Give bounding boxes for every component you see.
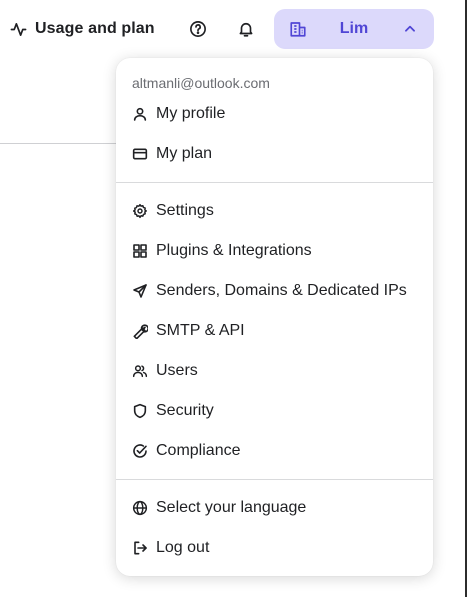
credit-card-icon — [132, 148, 148, 160]
menu-item-my-profile[interactable]: My profile — [132, 102, 422, 126]
menu-item-plugins-integrations[interactable]: Plugins & Integrations — [132, 239, 422, 263]
menu-item-label: Select your language — [156, 499, 307, 516]
usage-and-plan-link[interactable]: Usage and plan — [10, 17, 155, 41]
page-divider — [0, 143, 116, 144]
menu-item-users[interactable]: Users — [132, 359, 422, 383]
menu-item-settings[interactable]: Settings — [132, 199, 422, 223]
gear-icon — [132, 203, 147, 219]
chevron-up-icon — [405, 25, 415, 32]
menu-item-label: Senders, Domains & Dedicated IPs — [156, 282, 407, 299]
menu-item-my-plan[interactable]: My plan — [132, 142, 422, 166]
menu-item-label: My profile — [156, 105, 226, 122]
menu-item-label: SMTP & API — [156, 322, 245, 339]
page: Usage and plan Lim altmanli@outlook.com — [0, 0, 467, 597]
menu-item-label: Settings — [156, 202, 214, 219]
account-dropdown-menu: altmanli@outlook.com My profile My plan … — [116, 58, 433, 576]
menu-item-log-out[interactable]: Log out — [132, 536, 422, 560]
notifications-button[interactable] — [234, 17, 258, 41]
account-menu-button[interactable]: Lim — [274, 9, 434, 49]
menu-item-label: My plan — [156, 145, 213, 162]
help-button[interactable] — [186, 17, 210, 41]
usage-and-plan-label: Usage and plan — [35, 20, 155, 37]
bell-icon — [239, 22, 253, 37]
menu-item-label: Security — [156, 402, 214, 419]
wrench-icon — [133, 324, 148, 339]
users-icon — [132, 365, 148, 378]
help-icon — [190, 21, 206, 37]
menu-item-smtp-api[interactable]: SMTP & API — [132, 319, 422, 343]
grid-icon — [133, 244, 147, 258]
menu-item-senders-domains-ips[interactable]: Senders, Domains & Dedicated IPs — [132, 279, 422, 303]
menu-item-select-language[interactable]: Select your language — [132, 496, 422, 520]
menu-item-label: Plugins & Integrations — [156, 242, 312, 259]
send-icon — [133, 284, 147, 298]
activity-icon — [10, 22, 27, 36]
menu-item-security[interactable]: Security — [132, 399, 422, 423]
menu-separator — [116, 182, 433, 183]
user-icon — [133, 107, 147, 121]
menu-separator — [116, 479, 433, 480]
check-circle-icon — [133, 444, 147, 458]
account-email: altmanli@outlook.com — [132, 75, 270, 91]
logout-icon — [134, 541, 147, 555]
menu-item-compliance[interactable]: Compliance — [132, 439, 422, 463]
menu-item-label: Users — [156, 362, 198, 379]
globe-icon — [132, 500, 148, 516]
menu-item-label: Compliance — [156, 442, 241, 459]
menu-item-label: Log out — [156, 539, 210, 556]
shield-icon — [133, 403, 147, 419]
